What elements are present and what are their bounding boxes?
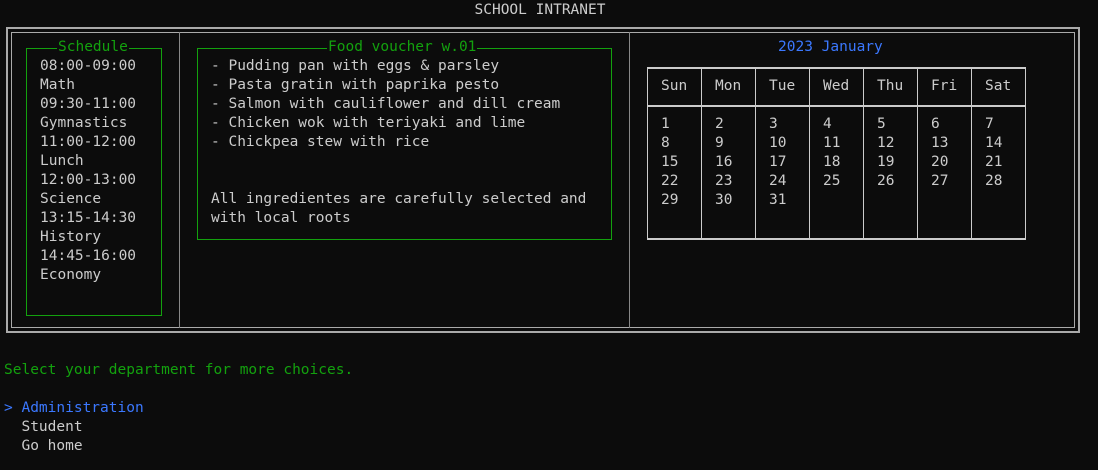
- calendar-day[interactable]: 3: [769, 115, 778, 134]
- schedule-list: 08:00-09:00 Math 09:30-11:00 Gymnastics …: [40, 57, 136, 285]
- calendar-column-line: [647, 67, 648, 240]
- menu-item-label: Go home: [21, 438, 83, 454]
- column-divider: [179, 32, 180, 328]
- schedule-subject: Lunch: [40, 153, 84, 169]
- calendar-day[interactable]: 26: [877, 172, 894, 191]
- schedule-subject: History: [40, 229, 102, 245]
- schedule-subject: Economy: [40, 267, 102, 283]
- calendar-day[interactable]: 25: [823, 172, 840, 191]
- calendar-day[interactable]: 2: [715, 115, 724, 134]
- calendar-day[interactable]: 12: [877, 134, 894, 153]
- calendar-day[interactable]: 4: [823, 115, 832, 134]
- calendar-header-divider: [647, 105, 1026, 107]
- calendar-day[interactable]: 28: [985, 172, 1002, 191]
- schedule-time: 12:00-13:00: [40, 172, 137, 188]
- calendar-column-line: [917, 67, 918, 240]
- calendar-day[interactable]: 27: [931, 172, 948, 191]
- calendar-day[interactable]: 18: [823, 153, 840, 172]
- app-title: SCHOOL INTRANET: [474, 2, 606, 18]
- food-menu-list: - Pudding pan with eggs & parsley - Past…: [211, 57, 586, 228]
- calendar-day[interactable]: 16: [715, 153, 732, 172]
- calendar-day[interactable]: 7: [985, 115, 994, 134]
- schedule-time: 09:30-11:00: [40, 96, 137, 112]
- selection-cursor: >: [4, 400, 13, 416]
- calendar-day[interactable]: 31: [769, 191, 786, 210]
- calendar-weekday: Tue: [769, 78, 796, 94]
- schedule-subject: Math: [40, 77, 75, 93]
- department-menu: > Administration Student Go home: [4, 399, 144, 456]
- calendar-weekday: Sun: [661, 78, 688, 94]
- calendar-weekday: Fri: [931, 78, 958, 94]
- calendar-day[interactable]: 5: [877, 115, 886, 134]
- department-prompt: Select your department for more choices.: [4, 362, 354, 378]
- calendar-weekday: Thu: [877, 78, 904, 94]
- calendar-weekday: Sat: [985, 78, 1012, 94]
- food-item: - Pudding pan with eggs & parsley: [211, 58, 500, 74]
- calendar-day[interactable]: 23: [715, 172, 732, 191]
- calendar-day[interactable]: 1: [661, 115, 670, 134]
- food-note: All ingredientes are carefully selected …: [211, 191, 587, 207]
- food-item: - Salmon with cauliflower and dill cream: [211, 96, 561, 112]
- menu-item-student[interactable]: Student: [4, 418, 144, 437]
- schedule-time: 13:15-14:30: [40, 210, 137, 226]
- calendar-column-line: [971, 67, 972, 240]
- calendar-day[interactable]: 30: [715, 191, 732, 210]
- calendar-title: 2023 January: [778, 39, 883, 55]
- calendar-day[interactable]: 13: [931, 134, 948, 153]
- schedule-title: Schedule: [57, 38, 129, 57]
- calendar-weekday: Wed: [823, 78, 850, 94]
- calendar-day[interactable]: 24: [769, 172, 786, 191]
- calendar-day[interactable]: 10: [769, 134, 786, 153]
- calendar-day[interactable]: 19: [877, 153, 894, 172]
- food-note: with local roots: [211, 210, 351, 226]
- calendar-day[interactable]: 11: [823, 134, 840, 153]
- schedule-subject: Science: [40, 191, 102, 207]
- calendar-day[interactable]: 22: [661, 172, 678, 191]
- calendar-day[interactable]: 8: [661, 134, 670, 153]
- schedule-time: 08:00-09:00: [40, 58, 137, 74]
- calendar-day[interactable]: 6: [931, 115, 940, 134]
- column-divider: [629, 32, 630, 328]
- food-item: - Chickpea stew with rice: [211, 134, 430, 150]
- calendar-column-line: [701, 67, 702, 240]
- menu-item-administration[interactable]: > Administration: [4, 399, 144, 418]
- calendar-grid: Sun 1 8 15 22 29 Mon 2 9 16 23 30 Tue 3 10 17 24 31 Wed 4 11…: [647, 67, 1026, 240]
- calendar-day[interactable]: 14: [985, 134, 1002, 153]
- calendar-column-line: [755, 67, 756, 240]
- food-item: - Pasta gratin with paprika pesto: [211, 77, 500, 93]
- calendar-day[interactable]: 9: [715, 134, 724, 153]
- calendar-day[interactable]: 20: [931, 153, 948, 172]
- menu-item-label: Administration: [21, 400, 144, 416]
- food-item: - Chicken wok with teriyaki and lime: [211, 115, 526, 131]
- menu-item-label: Student: [21, 419, 83, 435]
- schedule-time: 14:45-16:00: [40, 248, 137, 264]
- calendar-day[interactable]: 21: [985, 153, 1002, 172]
- calendar-weekday: Mon: [715, 78, 742, 94]
- schedule-time: 11:00-12:00: [40, 134, 137, 150]
- calendar-column-line: [863, 67, 864, 240]
- calendar-day[interactable]: 17: [769, 153, 786, 172]
- calendar-column-line: [1025, 67, 1026, 240]
- menu-item-go-home[interactable]: Go home: [4, 437, 144, 456]
- schedule-subject: Gymnastics: [40, 115, 128, 131]
- calendar-column-line: [809, 67, 810, 240]
- calendar-day[interactable]: 15: [661, 153, 678, 172]
- food-voucher-title: Food voucher w.01: [327, 38, 478, 57]
- calendar-day[interactable]: 29: [661, 191, 678, 210]
